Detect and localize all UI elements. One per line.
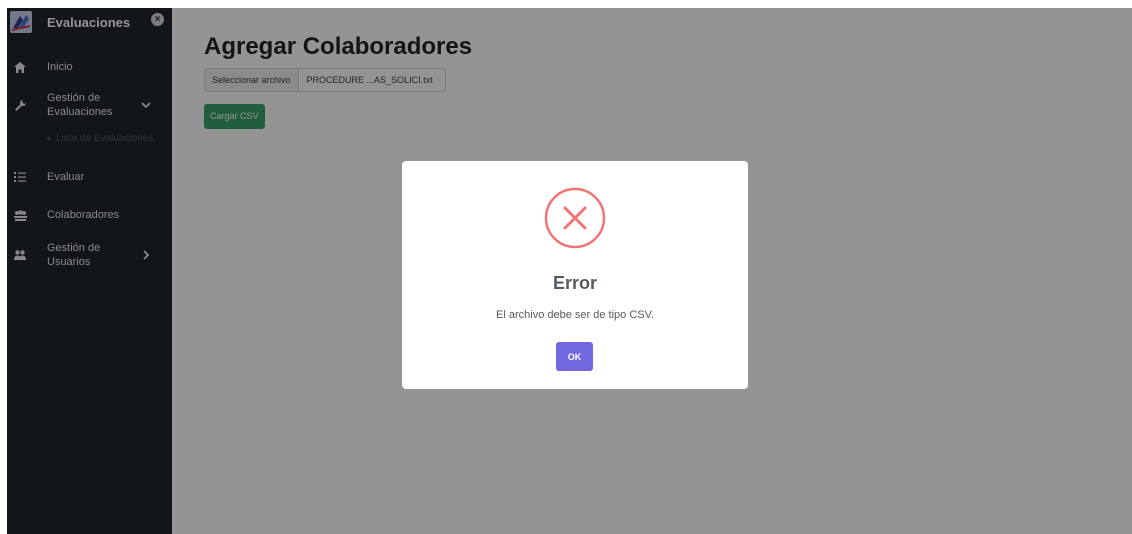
dialog-message: El archivo debe ser de tipo CSV. [496, 309, 654, 321]
dialog-title: Error [552, 273, 597, 293]
ok-button[interactable]: OK [556, 342, 593, 371]
error-dialog: Error El archivo debe ser de tipo CSV. O… [402, 161, 748, 389]
error-x-icon [544, 187, 606, 249]
